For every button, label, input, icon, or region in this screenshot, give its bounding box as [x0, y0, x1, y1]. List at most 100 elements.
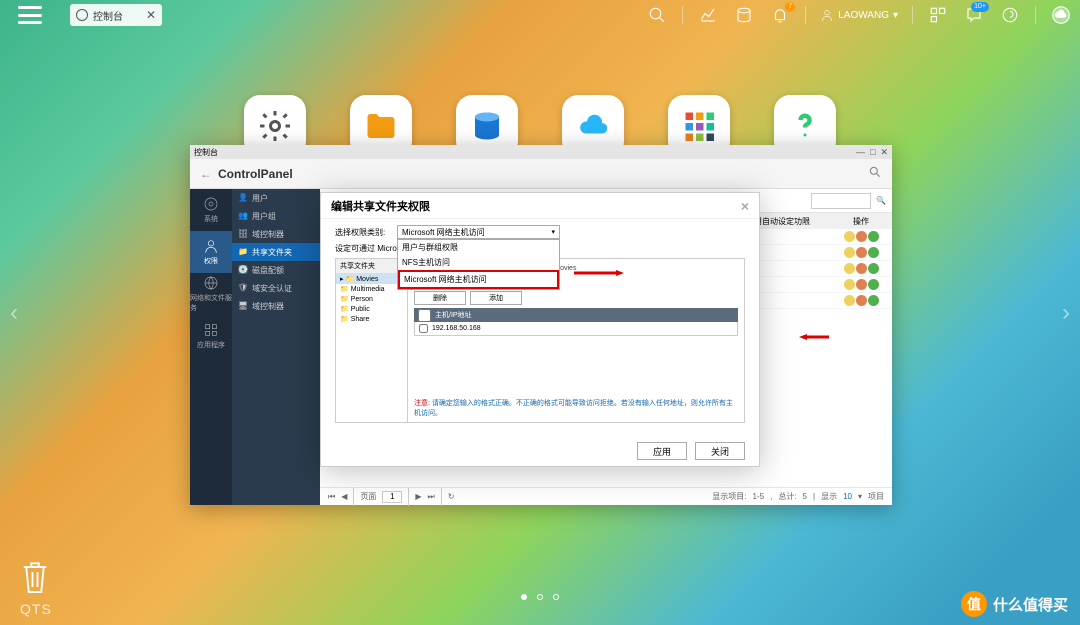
bell-icon[interactable]: 7	[769, 4, 791, 26]
gear-icon	[76, 9, 88, 21]
subnav-quota[interactable]: 💽磁盘配额	[232, 261, 320, 279]
dropdown-option-highlighted[interactable]: Microsoft 网络主机访问	[398, 270, 559, 289]
message-icon[interactable]: 10+	[963, 4, 985, 26]
filter-input[interactable]	[811, 193, 871, 209]
window-titlebar[interactable]: 控制台 — □ ✕	[190, 145, 892, 159]
nav-network[interactable]: 网络和文件服务	[190, 273, 232, 315]
subnav-security[interactable]: 🛡域安全认证	[232, 279, 320, 297]
sub-nav: 👤用户 👥用户组 🗄域控制器 📁共享文件夹 💽磁盘配额 🛡域安全认证 🖥域控制器	[232, 189, 320, 505]
perm-icon[interactable]	[856, 295, 867, 306]
group-icon: 👥	[238, 211, 248, 221]
edit-icon[interactable]	[844, 279, 855, 290]
perm-type-dropdown[interactable]: Microsoft 网络主机访问 用户与群组权限 NFS主机访问 Microso…	[397, 225, 560, 239]
dialog-footer: 应用 关闭	[321, 436, 759, 466]
info-icon[interactable]	[999, 4, 1021, 26]
subnav-domain[interactable]: 🗄域控制器	[232, 225, 320, 243]
open-tab[interactable]: 控制台 ✕	[70, 4, 162, 26]
search-icon[interactable]	[646, 4, 668, 26]
back-icon[interactable]: ←	[200, 167, 212, 181]
perm-icon[interactable]	[856, 279, 867, 290]
nav-apps[interactable]: 应用程序	[190, 315, 232, 357]
nav-privilege[interactable]: 权限	[190, 231, 232, 273]
panel-title: ControlPanel	[218, 167, 293, 181]
search-icon[interactable]: 🔍	[876, 196, 886, 205]
next-page-icon[interactable]: ▶	[415, 492, 421, 501]
next-desktop[interactable]: ›	[1056, 293, 1076, 333]
prev-desktop[interactable]: ‹	[4, 293, 24, 333]
th-action: 操作	[836, 216, 886, 227]
window-title-text: 控制台	[194, 147, 218, 158]
disk-icon[interactable]	[733, 4, 755, 26]
close-icon[interactable]: ✕	[880, 147, 888, 158]
refresh-icon[interactable]	[868, 247, 879, 258]
perm-icon[interactable]	[856, 231, 867, 242]
trash-icon[interactable]	[20, 557, 50, 595]
watermark-text: 什么值得买	[993, 594, 1068, 615]
user-icon: 👤	[238, 193, 248, 203]
dashboard-icon[interactable]	[697, 4, 719, 26]
subnav-controller[interactable]: 🖥域控制器	[232, 297, 320, 315]
desktop-pager[interactable]	[521, 594, 559, 600]
subnav-shared-folders[interactable]: 📁共享文件夹	[232, 243, 320, 261]
dialog-header[interactable]: 编辑共享文件夹权限 ×	[321, 193, 759, 219]
msg-badge: 10+	[971, 2, 989, 12]
user-menu[interactable]: LAOWANG ▾	[820, 8, 898, 22]
chevron-down-icon: ▾	[893, 10, 898, 21]
dropdown-list: 用户与群组权限 NFS主机访问 Microsoft 网络主机访问	[397, 239, 560, 290]
edit-icon[interactable]	[844, 263, 855, 274]
dropdown-option[interactable]: NFS主机访问	[398, 255, 559, 270]
close-icon[interactable]: ✕	[146, 8, 156, 22]
edit-icon[interactable]	[844, 247, 855, 258]
first-page-icon[interactable]: ⏮	[328, 492, 335, 502]
folder-item[interactable]: 📁 Person	[336, 294, 407, 304]
close-icon[interactable]: ×	[741, 198, 749, 214]
perm-type-label: 选择权限类别:	[335, 227, 397, 238]
perm-icon[interactable]	[856, 247, 867, 258]
refresh-icon[interactable]: ↻	[448, 492, 455, 501]
subnav-groups[interactable]: 👥用户组	[232, 207, 320, 225]
dropdown-selected[interactable]: Microsoft 网络主机访问	[397, 225, 560, 239]
bottom-note: 注意: 请确定您输入的格式正确。不正确的格式可能导致访问拒绝。若没有输入任何地址…	[414, 398, 738, 418]
refresh-icon[interactable]	[868, 295, 879, 306]
row-checkbox[interactable]	[419, 324, 428, 333]
close-button[interactable]: 关闭	[695, 442, 745, 460]
page-dot[interactable]	[521, 594, 527, 600]
folder-item[interactable]: 📁 Public	[336, 304, 407, 314]
last-page-icon[interactable]: ⏭	[428, 492, 435, 502]
dropdown-option[interactable]: 用户与群组权限	[398, 240, 559, 255]
menu-icon[interactable]	[18, 6, 42, 24]
dialog-title: 编辑共享文件夹权限	[331, 198, 430, 214]
panel-header: ← ControlPanel	[190, 159, 892, 189]
maximize-icon[interactable]: □	[870, 147, 875, 158]
username: LAOWANG	[838, 10, 889, 21]
notif-badge: 7	[785, 2, 795, 12]
page-dot[interactable]	[537, 594, 543, 600]
ip-row[interactable]: 192.168.50.168	[414, 322, 738, 336]
page-dot[interactable]	[553, 594, 559, 600]
folder-item[interactable]: 📁 Share	[336, 314, 407, 324]
page-input[interactable]	[382, 491, 402, 503]
apply-button[interactable]: 应用	[637, 442, 687, 460]
delete-button[interactable]: 删除	[414, 291, 466, 305]
refresh-icon[interactable]	[868, 263, 879, 274]
separator	[912, 6, 913, 24]
separator	[682, 6, 683, 24]
domain-icon: 🗄	[238, 229, 248, 239]
edit-icon[interactable]	[844, 295, 855, 306]
minimize-icon[interactable]: —	[856, 147, 865, 158]
subnav-users[interactable]: 👤用户	[232, 189, 320, 207]
ip-value: 192.168.50.168	[432, 325, 481, 332]
refresh-icon[interactable]	[868, 231, 879, 242]
select-all-checkbox[interactable]	[418, 309, 431, 322]
cloud-icon[interactable]	[1050, 4, 1072, 26]
nav-system[interactable]: 系统	[190, 189, 232, 231]
search-icon[interactable]	[868, 165, 882, 182]
widget-icon[interactable]	[927, 4, 949, 26]
perm-icon[interactable]	[856, 263, 867, 274]
edit-permissions-dialog: 编辑共享文件夹权限 × 选择权限类别: Microsoft 网络主机访问 用户与…	[320, 192, 760, 467]
add-button[interactable]: 添加	[470, 291, 522, 305]
refresh-icon[interactable]	[868, 279, 879, 290]
prev-page-icon[interactable]: ◀	[341, 492, 347, 501]
table-footer: ⏮ ◀ 页面 ▶ ⏭ ↻ 显示项目: 1-5, 总计: 5 | 显示	[320, 487, 892, 505]
edit-icon[interactable]	[844, 231, 855, 242]
